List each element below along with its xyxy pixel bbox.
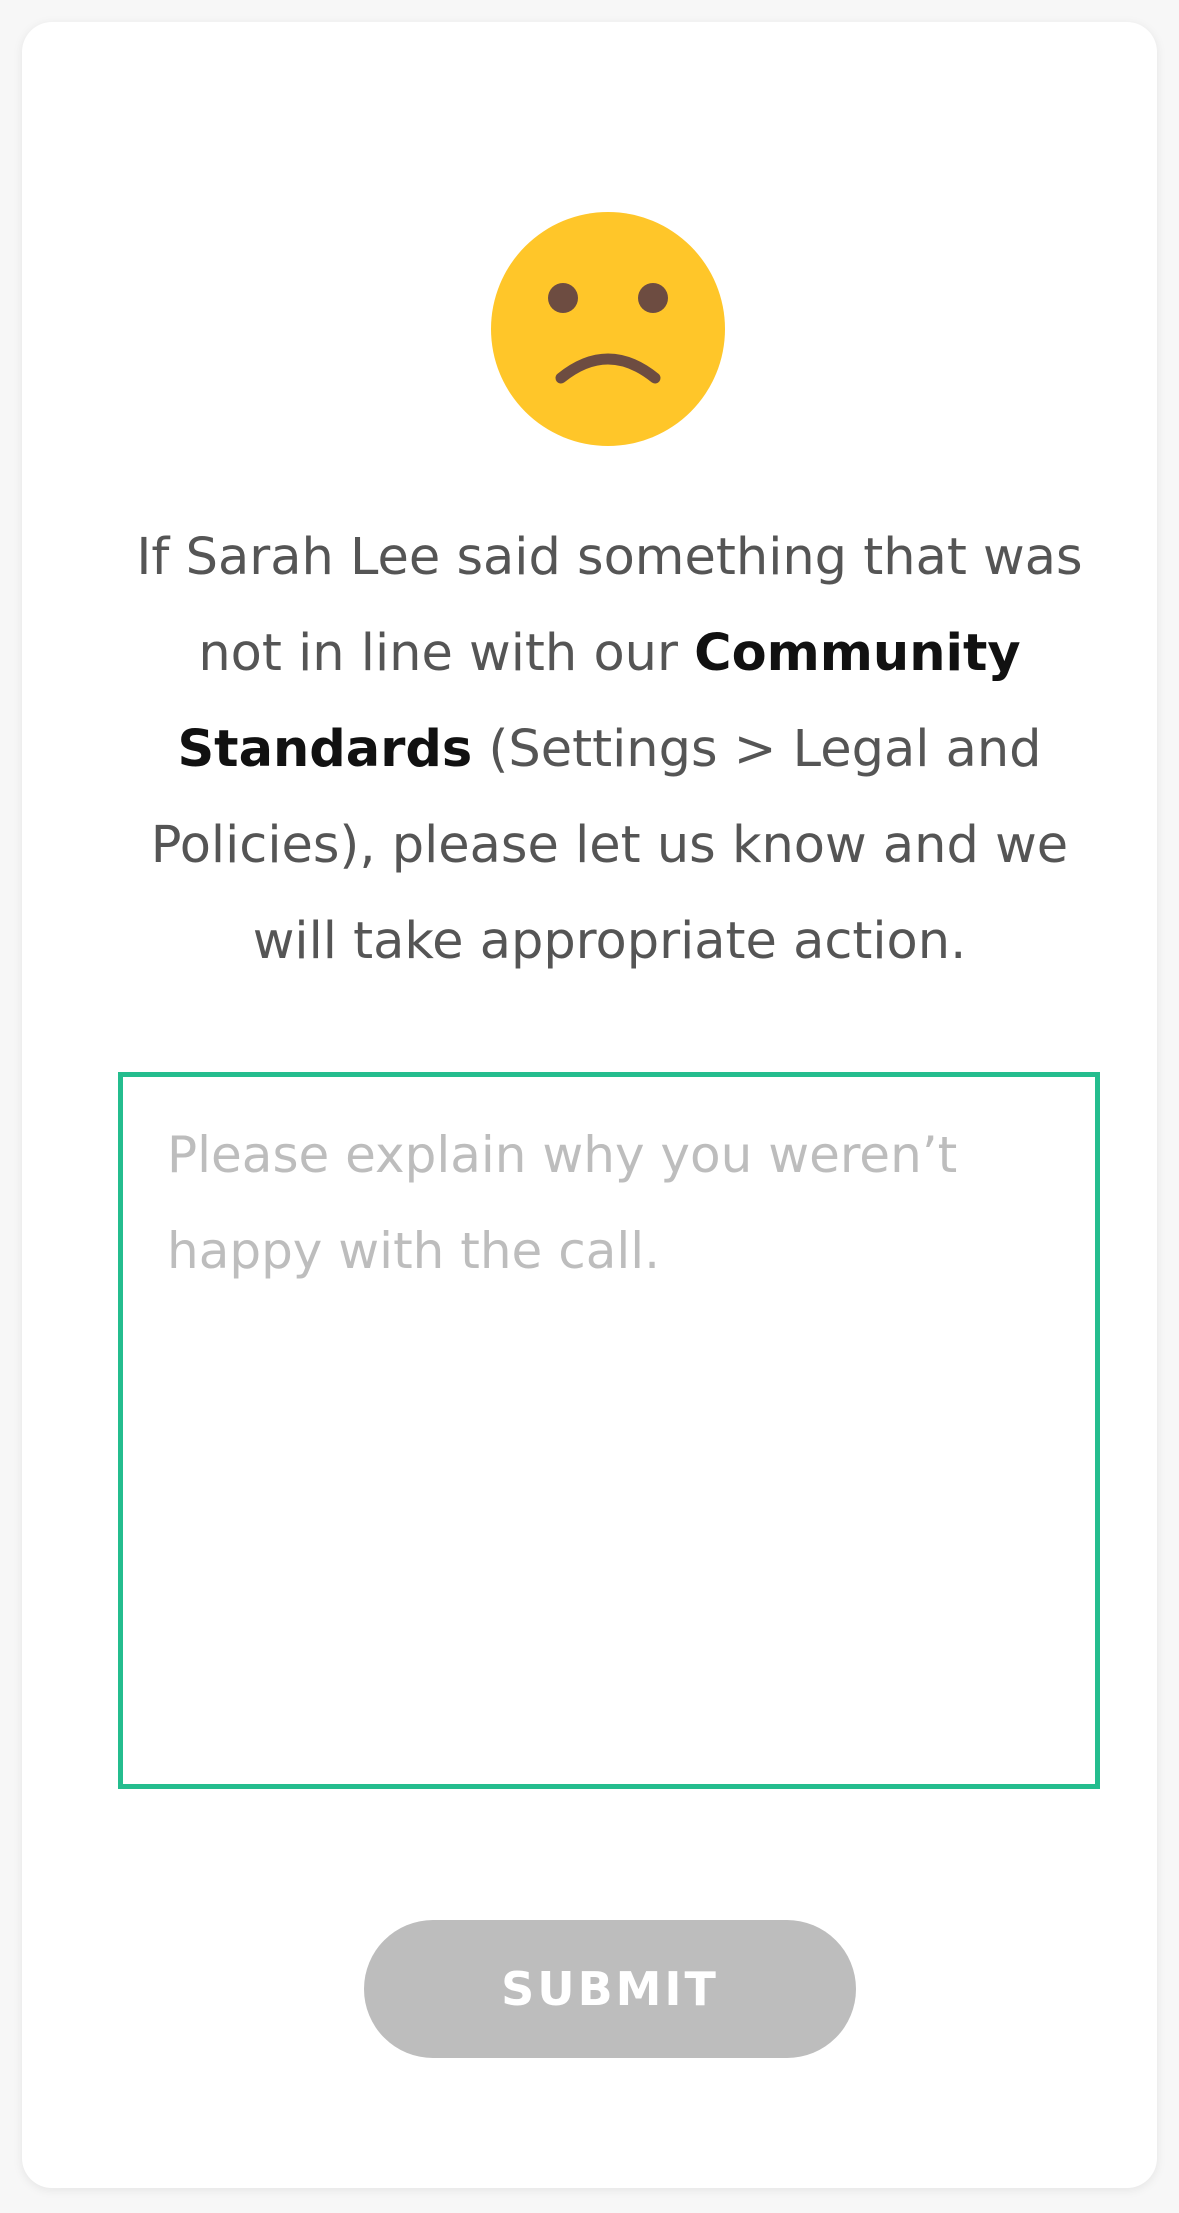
feedback-card: If Sarah Lee said something that was not…	[22, 22, 1157, 2188]
feedback-textarea[interactable]	[123, 1077, 1095, 1784]
submit-button[interactable]: SUBMIT	[364, 1920, 856, 2058]
sad-face-icon	[491, 212, 725, 446]
feedback-field-container	[118, 1072, 1100, 1789]
report-message: If Sarah Lee said something that was not…	[102, 510, 1117, 990]
